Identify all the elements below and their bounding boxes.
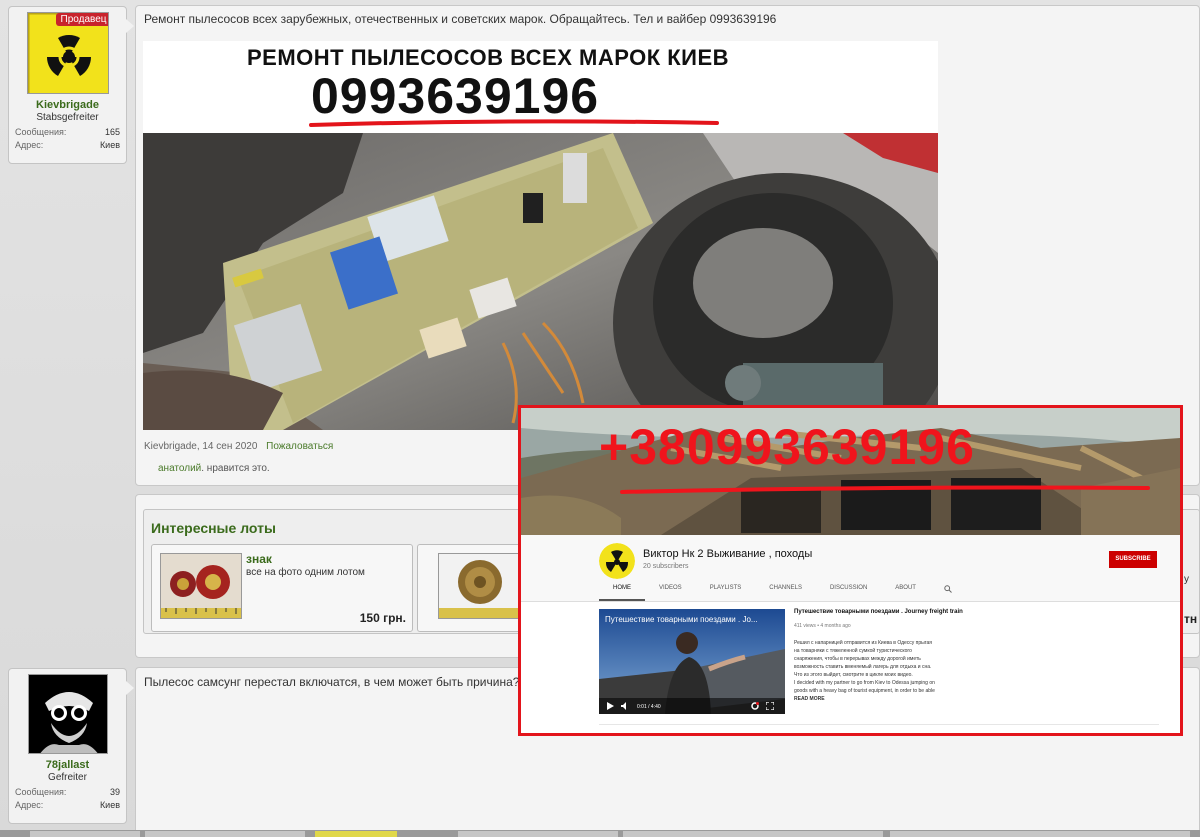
messages-stat: Сообщения: 165 <box>15 127 120 137</box>
avatar[interactable]: Продавец <box>26 12 109 94</box>
messages-label: Сообщения: <box>15 127 67 137</box>
banner-phone: +380993639196 <box>599 419 975 475</box>
video-description: Решил с напарницей отправится из Киева в… <box>794 639 969 695</box>
likes-summary: анатолий. нравится это. <box>158 463 270 474</box>
card-arrow <box>126 681 134 695</box>
description-line: снаряжения, чтобы в перерывах между доро… <box>794 656 921 662</box>
leon-avatar-icon <box>28 675 107 753</box>
radiation-logo-icon <box>599 543 635 579</box>
subscribe-button[interactable]: SUBSCRIBE <box>1109 551 1157 568</box>
tab-search[interactable] <box>930 579 966 601</box>
lot-item[interactable]: н <box>417 544 531 632</box>
bottom-bar-segment[interactable] <box>623 831 883 837</box>
bottom-bar-segment[interactable] <box>890 831 1190 837</box>
address-value: Киев <box>99 140 120 150</box>
tab-home[interactable]: HOME <box>599 579 645 601</box>
lot-price: 150 грн. <box>359 611 406 625</box>
channel-tabs: HOME VIDEOS PLAYLISTS CHANNELS DISCUSSIO… <box>599 579 966 601</box>
circuit-board-icon <box>143 133 938 430</box>
video-player[interactable]: Путешествие товарными поездами . Jo... 0… <box>599 609 785 714</box>
settings-icon[interactable] <box>751 702 759 710</box>
description-line: Решил с напарницей отправится из Киева в… <box>794 640 932 646</box>
red-underline-icon <box>620 485 1150 494</box>
video-title[interactable]: Путешествие товарными поездами . Journey… <box>794 609 969 615</box>
badges-photo-icon <box>161 554 241 618</box>
messages-value[interactable]: 165 <box>105 127 120 137</box>
post-meta: Kievbrigade, 14 сен 2020 Пожаловаться <box>144 441 333 452</box>
tab-about[interactable]: ABOUT <box>881 579 930 601</box>
tab-channels[interactable]: CHANNELS <box>755 579 816 601</box>
lot-name[interactable]: знак <box>246 552 272 566</box>
channel-banner: +380993639196 <box>521 408 1180 535</box>
address-value: Киев <box>99 800 120 810</box>
report-link[interactable]: Пожаловаться <box>266 441 333 452</box>
search-icon <box>944 585 952 593</box>
video-info: Путешествие товарными поездами . Journey… <box>794 609 969 702</box>
user-rank: Stabsgefreiter <box>36 112 99 123</box>
lot-fragment: у <box>1184 574 1189 585</box>
author-card: 78jallast Gefreiter Сообщения: 39 Адрес:… <box>8 668 134 824</box>
bottom-bar-segment-active[interactable] <box>315 831 397 837</box>
video-overlay-title: Путешествие товарными поездами . Jo... <box>605 615 758 624</box>
video-meta: 411 views • 4 months ago <box>794 623 851 629</box>
volume-icon[interactable] <box>621 702 629 710</box>
lots-title: Интересные лоты <box>151 520 276 536</box>
lot-description: все на фото одним лотом <box>246 567 365 578</box>
youtube-channel-screenshot: +380993639196 Виктор Нк 2 Выживание , по… <box>518 405 1183 736</box>
seller-badge: Продавец <box>55 13 108 26</box>
address-stat: Адрес: Киев <box>15 140 120 150</box>
play-icon[interactable] <box>607 702 614 710</box>
likes-user-link[interactable]: анатолий <box>158 463 201 474</box>
username[interactable]: Kievbrigade <box>15 99 120 111</box>
likes-text: . нравится это. <box>201 463 270 474</box>
content-divider <box>599 724 1159 725</box>
messages-label: Сообщения: <box>15 787 67 797</box>
address-label: Адрес: <box>15 140 44 150</box>
lot-item[interactable]: знак все на фото одним лотом 150 грн. <box>151 544 413 632</box>
messages-value[interactable]: 39 <box>110 787 120 797</box>
forum-page: Продавец Kievbrigade Stabsgefreiter Сооб… <box>0 0 1200 837</box>
post-message: Ремонт пылесосов всех зарубежных, отечес… <box>144 12 777 26</box>
lot-price-fragment: тн <box>1184 612 1198 626</box>
address-label: Адрес: <box>15 800 44 810</box>
fullscreen-icon[interactable] <box>766 702 774 710</box>
red-underline-icon <box>309 119 719 127</box>
video-time: 0:01 / 4:40 <box>637 704 661 710</box>
lot-thumbnail[interactable] <box>160 553 242 619</box>
description-line: на товарняки с тяжеленной сумкой туристи… <box>794 648 912 654</box>
description-line: goods with a heavy bag of tourist equipm… <box>794 688 935 694</box>
read-more-link[interactable]: READ MORE <box>794 696 969 702</box>
messages-stat: Сообщения: 39 <box>15 787 120 797</box>
card-arrow <box>126 19 134 33</box>
bottom-bar-segment[interactable] <box>458 831 618 837</box>
circuit-board-photo <box>143 133 938 430</box>
tab-playlists[interactable]: PLAYLISTS <box>696 579 756 601</box>
channel-name[interactable]: Виктор Нк 2 Выживание , походы <box>643 548 812 560</box>
lot-thumbnail[interactable] <box>438 553 520 619</box>
ad-image: РЕМОНТ ПЫЛЕСОСОВ ВСЕХ МАРОК КИЕВ 0993639… <box>143 41 938 430</box>
user-rank: Gefreiter <box>48 772 87 783</box>
avatar[interactable] <box>27 674 108 754</box>
username[interactable]: 78jallast <box>15 759 120 771</box>
description-line: возможность ставить вменяемый лагерь для… <box>794 664 932 670</box>
tabs-divider <box>521 601 1180 602</box>
post-message: Пылесос самсунг перестал включатся, в че… <box>144 675 520 689</box>
author-card: Продавец Kievbrigade Stabsgefreiter Сооб… <box>8 6 134 164</box>
subscriber-count: 20 subscribers <box>643 563 689 570</box>
address-stat: Адрес: Киев <box>15 800 120 810</box>
channel-logo[interactable] <box>599 543 635 579</box>
tab-discussion[interactable]: DISCUSSION <box>816 579 881 601</box>
description-line: I decided with my partner to go from Kie… <box>794 680 935 686</box>
ad-header: РЕМОНТ ПЫЛЕСОСОВ ВСЕХ МАРОК КИЕВ 0993639… <box>143 41 938 133</box>
bottom-bar-segment[interactable] <box>145 831 305 837</box>
bottom-bar-segment[interactable] <box>30 831 140 837</box>
post-author-date[interactable]: Kievbrigade, 14 сен 2020 <box>144 441 257 452</box>
bottom-bar <box>0 830 1200 837</box>
medal-photo-icon <box>439 554 519 618</box>
tab-videos[interactable]: VIDEOS <box>645 579 696 601</box>
video-controls <box>599 698 785 714</box>
description-line: Что из этого выйдет, смотрите в цикле мо… <box>794 672 913 678</box>
